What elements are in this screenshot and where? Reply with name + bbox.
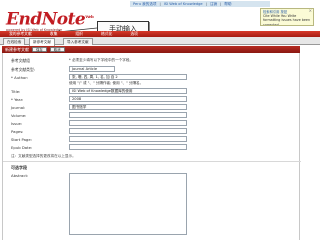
my-options-link[interactable]: Peru 我的选项 [133,2,157,7]
top-bar: Peru 我的选项 | ISI Web of Knowledge | 注销 | … [0,0,320,8]
title-label: Title: [11,89,21,94]
isi-web-link[interactable]: ISI Web of Knowledge [164,2,203,6]
volume-row: Volume: [3,112,301,119]
panel-header: 新建参考文献 保存 取消 [2,46,300,53]
sub-tabs: 在线检索 新参考文献 导入参考文献 [0,37,320,46]
pages-field[interactable] [69,128,187,134]
journal-field[interactable]: 图书馆学 [69,104,187,110]
tab-import-references[interactable]: 导入参考文献 [63,38,93,45]
epub-date-row: Epub Date: [3,144,301,151]
start-page-label: Start Page: [11,137,32,142]
close-icon[interactable]: × [309,9,312,13]
volume-label: Volume: [11,113,27,118]
new-reference-form: 参考文献组 * 必须至少填写以下字段中的一个字段。 参考文献类型: Journa… [2,53,301,240]
issue-field[interactable] [69,120,187,126]
start-page-row: Start Page: [3,136,301,143]
group-row: 参考文献组 * 必须至少填写以下字段中的一个字段。 [3,57,301,64]
tab-online-search[interactable]: 在线检索 [3,38,26,45]
account-links: Peru 我的选项 | ISI Web of Knowledge | 注销 | … [130,1,270,7]
abstract-label: Abstract: [11,173,29,178]
ref-type-select[interactable]: Journal Article [69,66,115,72]
year-label: * Year: [11,97,24,102]
panel-title: 新建参考文献 [5,46,29,52]
issue-label: Issue: [11,121,23,126]
year-row: * Year: 2008 [3,96,301,103]
start-page-field[interactable] [69,136,187,142]
title-row: Title: ISI Web of Knowledge数据库的使用 [3,88,301,95]
tab-new-reference[interactable]: 新参考文献 [29,38,55,46]
ref-type-label: 参考文献类型: [11,67,36,72]
endnote-logo[interactable]: EndNoteWeb powered by ISI Web of Knowled… [6,8,94,32]
epub-date-label: Epub Date: [11,145,33,150]
volume-field[interactable] [69,112,187,118]
group-label: 参考文献组 [11,58,30,63]
year-field[interactable]: 2008 [69,96,187,102]
abstract-field[interactable] [69,173,187,235]
optional-section-label: 可选字段 [11,165,27,170]
help-link[interactable]: 帮助 [224,2,231,7]
logout-link[interactable]: 注销 [210,2,217,7]
type-change-hint: 注：文献类型选择的更改将在以上显示。 [11,154,76,158]
journal-label: Journal: [11,105,26,110]
pages-label: Pages: [11,129,24,134]
journal-row: Journal: 图书馆学 [3,104,301,111]
divider [3,161,301,162]
cancel-button[interactable]: 取消 [49,47,65,52]
separator: | [205,2,207,6]
issue-row: Issue: [3,120,301,127]
logo-wordmark: EndNoteWeb [6,9,94,30]
pages-row: Pages: [3,128,301,135]
separator: | [159,2,161,6]
notice-text: Cite While You Write formatting issues h… [263,14,311,26]
required-hint: * 必须至少填写以下字段中的一个字段。 [69,58,134,62]
notice-box: × 检索和引用 按钮 Cite While You Write formatti… [260,8,314,26]
save-button[interactable]: 保存 [32,47,47,52]
epub-date-field[interactable] [69,144,187,150]
author-hint: 使用 "/" 或 "、" 分隔作者; 使用 "、" 分隔名。 [69,81,144,85]
title-field[interactable]: ISI Web of Knowledge数据库的使用 [69,88,187,94]
author-hint-row: 使用 "/" 或 "、" 分隔作者; 使用 "、" 分隔名。 [3,80,301,87]
separator: | [220,2,222,6]
ref-type-row: 参考文献类型: Journal Article [3,66,301,73]
